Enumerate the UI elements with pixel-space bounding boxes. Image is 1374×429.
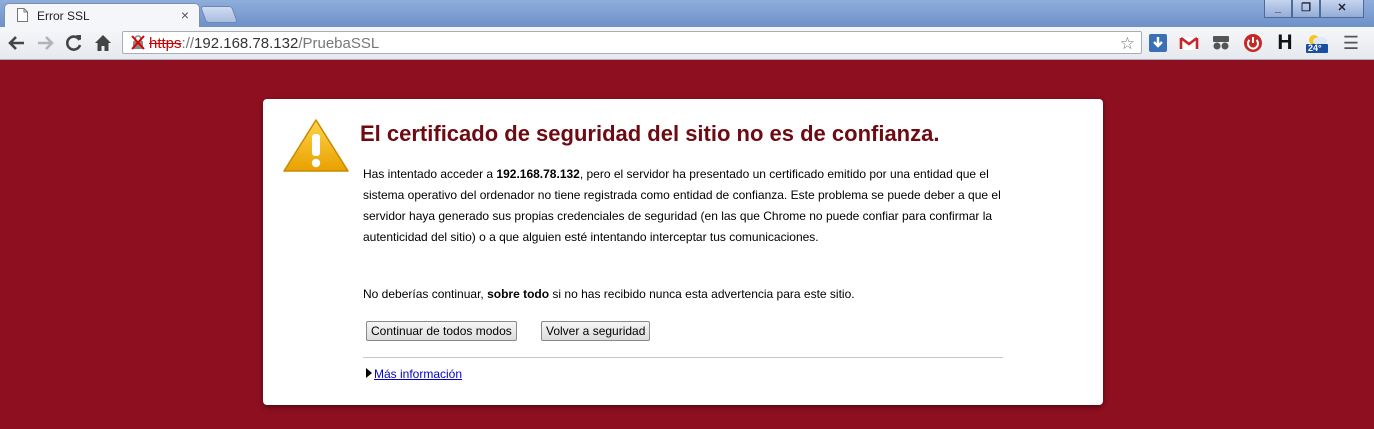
tab-title: Error SSL	[37, 9, 90, 23]
bookmark-star-icon[interactable]: ☆	[1120, 34, 1135, 54]
url-separator: ://	[181, 35, 195, 52]
minimize-button[interactable]: _	[1264, 0, 1292, 18]
emphasis-text: sobre todo	[487, 287, 550, 301]
forward-icon[interactable]	[34, 32, 56, 54]
reload-icon[interactable]	[63, 32, 85, 54]
spy-icon[interactable]	[1211, 33, 1231, 53]
window-controls: _ ❐ ✕	[1264, 0, 1364, 18]
expand-triangle-icon[interactable]	[366, 368, 372, 378]
tab-error-ssl[interactable]: Error SSL ×	[4, 3, 200, 27]
menu-icon[interactable]: ☰	[1341, 33, 1361, 53]
url-text: https://192.168.78.132/PruebaSSL	[149, 35, 379, 52]
more-info[interactable]: Más información	[366, 367, 462, 381]
h-icon[interactable]: H	[1275, 32, 1295, 53]
power-icon[interactable]	[1243, 33, 1263, 53]
explanation-text: Has intentado acceder a 192.168.78.132, …	[363, 167, 1001, 244]
server-host: 192.168.78.132	[496, 167, 580, 181]
new-tab-button[interactable]	[199, 6, 239, 23]
toolbar: https://192.168.78.132/PruebaSSL ☆ H 24°…	[0, 27, 1374, 60]
page-title: El certificado de seguridad del sitio no…	[360, 121, 940, 146]
address-bar[interactable]: https://192.168.78.132/PruebaSSL ☆	[122, 31, 1142, 54]
warning-icon	[283, 119, 349, 172]
url-path: /PruebaSSL	[298, 35, 380, 52]
back-to-safety-button[interactable]: Volver a seguridad	[541, 321, 651, 341]
home-icon[interactable]	[92, 32, 114, 54]
tab-close-icon[interactable]: ×	[181, 7, 189, 23]
download-icon[interactable]	[1148, 33, 1168, 53]
weather-temp: 24°	[1308, 43, 1322, 53]
page-icon	[17, 8, 28, 22]
url-scheme: https	[149, 35, 182, 52]
back-icon[interactable]	[6, 32, 28, 54]
broken-lock-icon[interactable]	[131, 35, 145, 50]
more-info-link[interactable]: Más información	[374, 367, 462, 381]
divider	[363, 357, 1003, 358]
maximize-button[interactable]: ❐	[1292, 0, 1320, 18]
weather-icon[interactable]: 24°	[1305, 33, 1329, 53]
continue-anyway-button[interactable]: Continuar de todos modos	[366, 321, 517, 341]
title-bar: Error SSL × _ ❐ ✕	[0, 0, 1374, 27]
advice-text: No deberías continuar, sobre todo si no …	[363, 287, 855, 301]
ssl-warning-card: El certificado de seguridad del sitio no…	[263, 99, 1103, 405]
close-window-button[interactable]: ✕	[1320, 0, 1364, 18]
url-host: 192.168.78.132	[194, 35, 299, 52]
gmail-icon[interactable]	[1179, 33, 1199, 53]
